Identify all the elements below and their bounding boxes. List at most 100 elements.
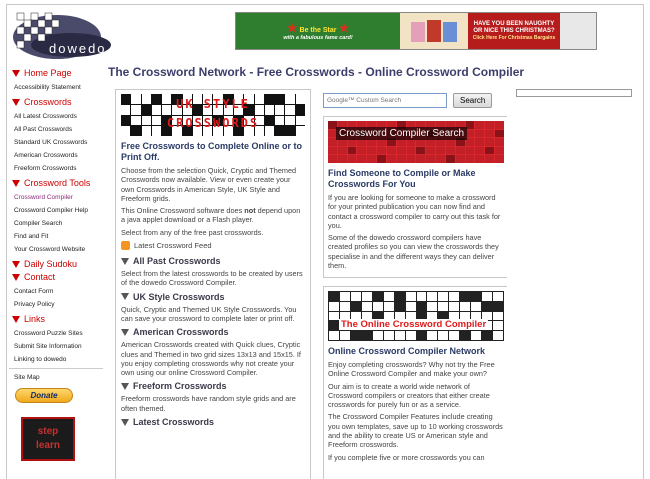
sidebar-link-past[interactable]: All Past Crosswords xyxy=(9,123,103,136)
network-text-1: Enjoy completing crosswords? Why not try… xyxy=(328,360,495,379)
sidebar-link-compiler-search[interactable]: Compiler Search xyxy=(9,217,103,230)
star-icon: ★ xyxy=(286,21,298,35)
triangle-down-icon xyxy=(12,98,20,106)
sidebar-link-submit[interactable]: Submit Site Information xyxy=(9,340,103,353)
donate-button[interactable]: Donate xyxy=(15,388,73,403)
sidebar-section-sudoku: Daily Sudoku xyxy=(9,259,103,269)
step-learn-badge[interactable]: step learn xyxy=(21,417,75,461)
intro-text: Choose from the selection Quick, Cryptic… xyxy=(121,166,297,203)
online-compiler-image[interactable]: The Online Crossword Compiler xyxy=(328,291,504,341)
sidebar-heading-label: Contact xyxy=(24,272,56,282)
compiler-column: Search Crossword Compiler Search Find So… xyxy=(317,89,507,479)
sidebar-divider xyxy=(9,368,103,369)
sidebar-heading-tools[interactable]: Crossword Tools xyxy=(12,178,103,188)
site-logo[interactable]: dowedo xyxy=(11,7,111,61)
find-compiler-heading: Find Someone to Compile or Make Crosswor… xyxy=(328,168,476,189)
section-text-freeform: Freeform crosswords have random style gr… xyxy=(121,394,296,413)
sidebar-heading-label: Daily Sudoku xyxy=(24,259,78,269)
network-heading: Online Crossword Compiler Network xyxy=(328,346,486,356)
triangle-down-icon xyxy=(12,315,20,323)
right-column-box xyxy=(516,89,632,97)
triangle-down-icon xyxy=(121,328,129,336)
sidebar-heading-label: Home Page xyxy=(24,68,72,78)
sidebar-link-contact-form[interactable]: Contact Form xyxy=(9,285,103,298)
crossword-feed-link[interactable]: Latest Crossword Feed xyxy=(121,241,305,251)
section-heading-past[interactable]: All Past Crosswords xyxy=(121,256,305,266)
sidebar-link-linking[interactable]: Linking to dowedo xyxy=(9,353,103,366)
uk-style-crosswords-image[interactable]: UK STYLE CROSSWORDS xyxy=(121,94,305,136)
step-learn-line1: step xyxy=(37,426,59,437)
sidebar-link-compiler[interactable]: Crossword Compiler xyxy=(9,191,103,204)
section-text-past: Select from the latest crosswords to be … xyxy=(121,269,303,288)
section-heading-freeform[interactable]: Freeform Crosswords xyxy=(121,381,305,391)
page-title: The Crossword Network - Free Crosswords … xyxy=(108,65,525,79)
sidebar-heading-label: Crossword Tools xyxy=(24,178,91,188)
applet-text: This Online Crossword software does not … xyxy=(121,206,301,225)
art-label-line2: CROSSWORDS xyxy=(166,116,260,130)
sidebar-heading-label: Crosswords xyxy=(24,97,72,107)
sidebar-link-find-fit[interactable]: Find and Fit xyxy=(9,230,103,243)
search-input[interactable] xyxy=(323,93,447,108)
art-label-line1: UK STYLE xyxy=(176,97,250,111)
sidebar-heading-crosswords[interactable]: Crosswords xyxy=(12,97,103,107)
sidebar-link-sitemap[interactable]: Site Map xyxy=(9,371,103,384)
banner-christmas-link: Click Here For Christmas Bargains xyxy=(472,34,556,41)
sidebar-heading-sudoku[interactable]: Daily Sudoku xyxy=(12,259,103,269)
online-compiler-art-label: The Online Crossword Compiler xyxy=(339,319,489,330)
compiler-network-box: The Online Crossword Compiler Online Cro… xyxy=(323,286,507,479)
step-learn-line2: learn xyxy=(36,440,60,451)
banner-christmas-text: HAVE YOU BEEN NAUGHTY OR NICE THIS CHRIS… xyxy=(473,20,555,34)
sidebar-section-contact: Contact Contact Form Privacy Policy xyxy=(9,272,103,311)
network-text-2: Our aim is to create a world wide networ… xyxy=(328,381,490,410)
compiler-search-art-label: Crossword Compiler Search xyxy=(336,127,468,140)
find-compiler-text: If you are looking for someone to make a… xyxy=(328,193,501,230)
rss-icon xyxy=(121,241,130,251)
sidebar-link-website[interactable]: Your Crossword Website xyxy=(9,243,103,256)
sidebar-link-freeform[interactable]: Freeform Crosswords xyxy=(9,162,103,175)
triangle-down-icon xyxy=(121,382,129,390)
triangle-down-icon xyxy=(12,69,20,77)
sidebar-heading-home[interactable]: Home Page xyxy=(12,68,103,78)
sidebar-link-puzzle-sites[interactable]: Crossword Puzzle Sites xyxy=(9,327,103,340)
sidebar-link-american[interactable]: American Crosswords xyxy=(9,149,103,162)
banner-subline: with a fabulous fame card! xyxy=(283,35,353,41)
triangle-down-icon xyxy=(12,273,20,281)
crosswords-column: UK STYLE CROSSWORDS Free Crosswords to C… xyxy=(115,89,311,479)
sidebar-section-home: Home Page Accessibility Statement xyxy=(9,68,103,94)
search-button[interactable]: Search xyxy=(453,93,493,108)
compiler-search-image[interactable]: Crossword Compiler Search xyxy=(328,121,504,163)
triangle-down-icon xyxy=(121,257,129,265)
sidebar-link-accessibility[interactable]: Accessibility Statement xyxy=(9,81,103,94)
sidebar-link-compiler-help[interactable]: Crossword Compiler Help xyxy=(9,204,103,217)
logo-text: dowedo xyxy=(49,41,107,56)
search-bar: Search xyxy=(323,93,507,108)
triangle-down-icon xyxy=(12,179,20,187)
triangle-down-icon xyxy=(121,418,129,426)
section-heading-american[interactable]: American Crosswords xyxy=(121,327,305,337)
sidebar-heading-label: Links xyxy=(24,314,46,324)
sidebar-heading-links[interactable]: Links xyxy=(12,314,103,324)
triangle-down-icon xyxy=(121,293,129,301)
sidebar-heading-contact[interactable]: Contact xyxy=(12,272,103,282)
section-heading-latest[interactable]: Latest Crosswords xyxy=(121,417,305,427)
sidebar-nav: Home Page Accessibility Statement Crossw… xyxy=(9,65,103,461)
network-text-3: The Crossword Compiler Features include … xyxy=(328,412,503,450)
sidebar-section-crosswords: Crosswords All Latest Crosswords All Pas… xyxy=(9,97,103,175)
sidebar-section-tools: Crossword Tools Crossword Compiler Cross… xyxy=(9,178,103,256)
sidebar-link-latest[interactable]: All Latest Crosswords xyxy=(9,110,103,123)
sidebar-link-uk[interactable]: Standard UK Crosswords xyxy=(9,136,103,149)
compiler-profiles-text: Some of the dowedo crossword compilers h… xyxy=(328,233,499,271)
advert-banner[interactable]: ★ Be the Star ★ with a fabulous fame car… xyxy=(235,12,597,50)
banner-headline: Be the Star xyxy=(299,27,337,34)
section-heading-uk[interactable]: UK Style Crosswords xyxy=(121,292,305,302)
feed-label: Latest Crossword Feed xyxy=(134,241,212,251)
sidebar-link-privacy[interactable]: Privacy Policy xyxy=(9,298,103,311)
triangle-down-icon xyxy=(12,260,20,268)
compiler-search-box: Crossword Compiler Search Find Someone t… xyxy=(323,116,507,278)
banner-christmas[interactable]: HAVE YOU BEEN NAUGHTY OR NICE THIS CHRIS… xyxy=(468,13,560,49)
section-text-american: American Crosswords created with Quick c… xyxy=(121,340,301,378)
banner-toy-image xyxy=(560,13,596,49)
network-text-4: If you complete five or more crosswords … xyxy=(328,452,485,462)
banner-fame-card[interactable]: ★ Be the Star ★ with a fabulous fame car… xyxy=(236,13,400,49)
free-crosswords-heading: Free Crosswords to Complete Online or to… xyxy=(121,141,303,162)
